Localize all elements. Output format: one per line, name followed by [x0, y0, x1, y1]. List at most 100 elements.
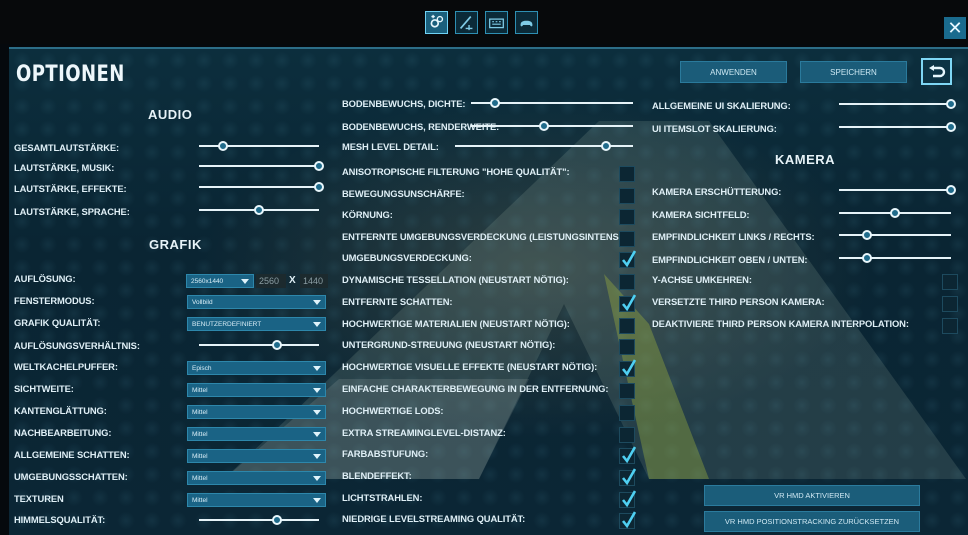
graphics-dropdown2-1-value: Mittel	[192, 386, 208, 394]
ui-slider-0-knob[interactable]	[946, 99, 956, 109]
resolution-scale-label: AUFLÖSUNGSVERHÄLTNIS:	[14, 340, 140, 351]
gamepad-tab[interactable]	[515, 11, 538, 34]
audio-slider-0[interactable]	[199, 141, 319, 151]
graphics-dropdown2-1[interactable]: Mittel	[187, 383, 326, 397]
camera-slider-3[interactable]	[839, 253, 951, 263]
camera-slider-2-track	[839, 234, 951, 236]
middle-check-label-14: BLENDEFFEKT:	[342, 470, 412, 481]
camera-check-2[interactable]	[942, 318, 958, 334]
resolution-dropdown[interactable]: 2560x1440	[186, 274, 254, 288]
audio-slider-1-track	[199, 165, 319, 167]
graphics-dropdown2-0[interactable]: Episch	[187, 361, 326, 375]
audio-slider-2[interactable]	[199, 182, 324, 192]
audio-slider-3-knob[interactable]	[254, 205, 264, 215]
camera-slider-3-track	[839, 257, 951, 259]
camera-slider-1[interactable]	[839, 208, 951, 218]
audio-label-0: GESAMTLAUTSTÄRKE:	[14, 142, 120, 153]
middle-slider-0-knob[interactable]	[490, 98, 501, 108]
middle-check-16[interactable]	[619, 511, 636, 529]
audio-slider-1-knob[interactable]	[314, 161, 324, 171]
sky-quality-slider-knob[interactable]	[272, 515, 282, 525]
camera-slider-0[interactable]	[839, 185, 956, 195]
audio-label-1: LAUTSTÄRKE, MUSIK:	[14, 162, 115, 173]
middle-check-14[interactable]	[619, 468, 636, 486]
middle-check-6[interactable]	[619, 294, 636, 312]
graphics-dropdown2-2[interactable]: Mittel	[187, 405, 326, 419]
middle-slider-1-knob[interactable]	[538, 121, 549, 131]
middle-check-12[interactable]	[619, 427, 635, 443]
resolution-height-field[interactable]: 1440	[300, 274, 328, 288]
checkmark-icon	[621, 490, 636, 508]
vr-hmd-reset-button[interactable]: VR HMD POSITIONSTRACKING ZURÜCKSETZEN	[704, 511, 920, 532]
advanced-settings-tab[interactable]	[455, 11, 478, 34]
middle-check-label-15: LICHTSTRAHLEN:	[342, 492, 423, 503]
graphics-dropdown2-label-3: NACHBEARBEITUNG:	[14, 427, 112, 438]
camera-slider-2-knob[interactable]	[862, 230, 872, 240]
vr-hmd-enable-button[interactable]: VR HMD AKTIVIEREN	[704, 485, 920, 506]
middle-slider-2-knob[interactable]	[601, 141, 612, 151]
graphics-dropdown-0[interactable]: Vollbild	[187, 295, 326, 309]
middle-check-0[interactable]	[619, 166, 635, 182]
close-button[interactable]: ✕	[944, 17, 966, 39]
graphics-dropdown2-4[interactable]: Mittel	[187, 449, 326, 463]
graphics-dropdown-0-value: Vollbild	[192, 298, 213, 306]
audio-slider-0-track	[199, 145, 319, 147]
ui-slider-1-track	[839, 126, 951, 128]
middle-check-11[interactable]	[619, 405, 635, 421]
save-button[interactable]: SPEICHERN	[800, 61, 907, 83]
camera-slider-3-knob[interactable]	[862, 253, 872, 263]
graphics-dropdown2-5[interactable]: Mittel	[187, 471, 326, 485]
audio-heading: AUDIO	[148, 107, 193, 122]
graphics-dropdown2-3[interactable]: Mittel	[187, 427, 326, 441]
graphics-dropdown2-6[interactable]: Mittel	[187, 493, 326, 507]
resolution-scale-slider-knob[interactable]	[272, 340, 282, 350]
middle-check-5[interactable]	[619, 274, 635, 290]
camera-slider-1-knob[interactable]	[890, 208, 900, 218]
camera-check-1[interactable]	[942, 296, 958, 312]
middle-check-9[interactable]	[619, 359, 636, 377]
page-title: OPTIONEN	[16, 62, 125, 87]
middle-check-1[interactable]	[619, 188, 635, 204]
general-settings-tab[interactable]	[425, 11, 448, 34]
middle-check-label-2: KÖRNUNG:	[342, 209, 393, 220]
middle-check-7[interactable]	[619, 318, 635, 334]
back-button[interactable]	[921, 58, 952, 85]
ui-slider-0[interactable]	[839, 99, 956, 109]
ui-slider-1[interactable]	[839, 122, 956, 132]
middle-check-label-1: BEWEGUNGSUNSCHÄRFE:	[342, 188, 465, 199]
chevron-down-icon	[313, 366, 321, 371]
middle-check-4[interactable]	[619, 250, 636, 268]
camera-check-0[interactable]	[942, 274, 958, 290]
middle-slider-2[interactable]	[455, 141, 633, 151]
camera-slider-0-knob[interactable]	[946, 185, 956, 195]
sky-quality-slider[interactable]	[199, 515, 319, 525]
audio-slider-1[interactable]	[199, 161, 324, 171]
camera-slider-label-0: KAMERA ERSCHÜTTERUNG:	[652, 186, 782, 197]
resolution-label: AUFLÖSUNG:	[14, 273, 76, 284]
middle-check-13[interactable]	[619, 446, 636, 464]
chevron-down-icon	[313, 454, 321, 459]
audio-slider-2-knob[interactable]	[314, 182, 324, 192]
middle-check-15[interactable]	[619, 490, 636, 508]
keyboard-tab[interactable]	[485, 11, 508, 34]
resolution-scale-slider[interactable]	[199, 340, 319, 350]
chevron-down-icon	[313, 476, 321, 481]
middle-slider-1[interactable]	[471, 121, 633, 131]
graphics-dropdown-1[interactable]: BENUTZERDEFINIERT	[187, 317, 326, 331]
camera-slider-2[interactable]	[839, 230, 951, 240]
resolution-width-field[interactable]: 2560	[256, 274, 286, 288]
graphics-dropdown2-5-value: Mittel	[192, 474, 208, 482]
ui-slider-1-knob[interactable]	[946, 122, 956, 132]
middle-slider-0[interactable]	[471, 98, 633, 108]
apply-button[interactable]: ANWENDEN	[680, 61, 787, 83]
camera-check-label-1: VERSETZTE THIRD PERSON KAMERA:	[652, 296, 825, 307]
ui-slider-0-track	[839, 103, 951, 105]
audio-slider-0-knob[interactable]	[218, 141, 228, 151]
middle-check-10[interactable]	[619, 383, 635, 399]
graphics-dropdown2-label-4: ALLGEMEINE SCHATTEN:	[14, 449, 130, 460]
audio-label-3: LAUTSTÄRKE, SPRACHE:	[14, 206, 130, 217]
middle-check-3[interactable]	[619, 231, 635, 247]
audio-slider-3[interactable]	[199, 205, 319, 215]
middle-check-8[interactable]	[619, 339, 635, 355]
middle-check-2[interactable]	[619, 209, 635, 225]
